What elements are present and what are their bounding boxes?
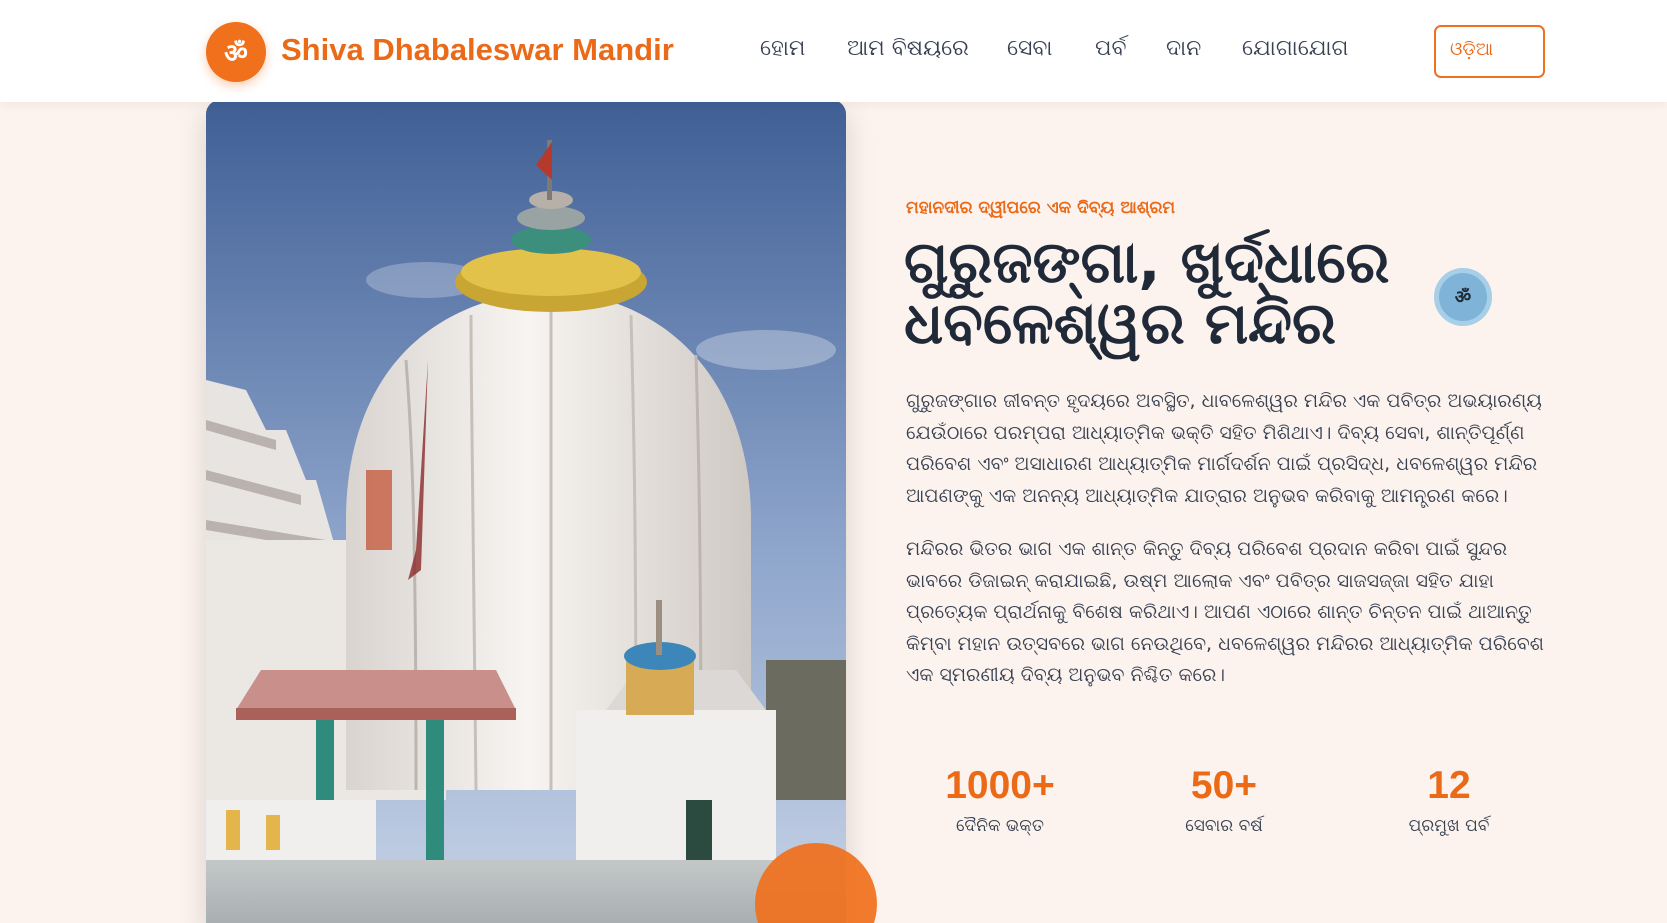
site-header: ॐ Shiva Dhabaleswar Mandir ହୋମ ଆମ ବିଷୟରେ… xyxy=(0,0,1667,102)
stat-label: ସେବାର ବର୍ଷ xyxy=(1185,816,1263,836)
nav-home[interactable]: ହୋମ xyxy=(760,36,805,61)
interior-paragraph: ମନ୍ଦିରର ଭିତର ଭାଗ ଏକ ଶାନ୍ତ କିନ୍ତୁ ଦିବ୍ୟ ପ… xyxy=(906,538,1544,687)
nav-festivals[interactable]: ପର୍ବ xyxy=(1095,36,1126,61)
language-select-button[interactable]: ଓଡ଼ିଆ xyxy=(1434,25,1545,78)
stat-value: 1000+ xyxy=(945,764,1055,807)
stat-label: ପ୍ରମୁଖ ପର୍ବ xyxy=(1408,816,1490,836)
intro-paragraph: ଗୁରୁଜଙ୍ଗାର ଜୀବନ୍ତ ହୃଦୟରେ ଅବସ୍ଥିତ, ଧାବଳେଶ… xyxy=(906,390,1542,507)
stat-years-service: 50+ ସେବାର ବର୍ଷ xyxy=(1124,762,1324,836)
temple-photo xyxy=(206,100,846,923)
nav-about[interactable]: ଆମ ବିଷୟରେ xyxy=(847,36,969,61)
temple-illustration xyxy=(206,100,846,923)
om-logo-icon[interactable]: ॐ xyxy=(206,22,266,82)
brand-name[interactable]: Shiva Dhabaleswar Mandir xyxy=(281,32,674,68)
hero-headline: ଗୁରୁଜଙ୍ଗା, ଖୁର୍ଦ୍ଧାରେ ଧବଳେଶ୍ୱର ମନ୍ଦିର xyxy=(904,228,1390,357)
hero-eyebrow: ମହାନଦୀର ଦ୍ୱୀପରେ ଏକ ଦିବ୍ୟ ଆଶ୍ରମ xyxy=(906,198,1176,218)
stat-label: ଦୈନିକ ଭକ୍ତ xyxy=(956,816,1044,836)
om-badge-icon[interactable]: ॐ xyxy=(1434,268,1492,326)
stat-value: 12 xyxy=(1427,764,1471,807)
nav-contact[interactable]: ଯୋଗାଯୋଗ xyxy=(1242,36,1348,61)
stat-major-festivals: 12 ପ୍ରମୁଖ ପର୍ବ xyxy=(1349,762,1549,836)
nav-donate[interactable]: ଦାନ xyxy=(1166,36,1201,61)
nav-services[interactable]: ସେବା xyxy=(1007,36,1052,61)
stat-daily-devotees: 1000+ ଦୈନିକ ଭକ୍ତ xyxy=(900,762,1100,836)
stat-value: 50+ xyxy=(1190,764,1258,807)
